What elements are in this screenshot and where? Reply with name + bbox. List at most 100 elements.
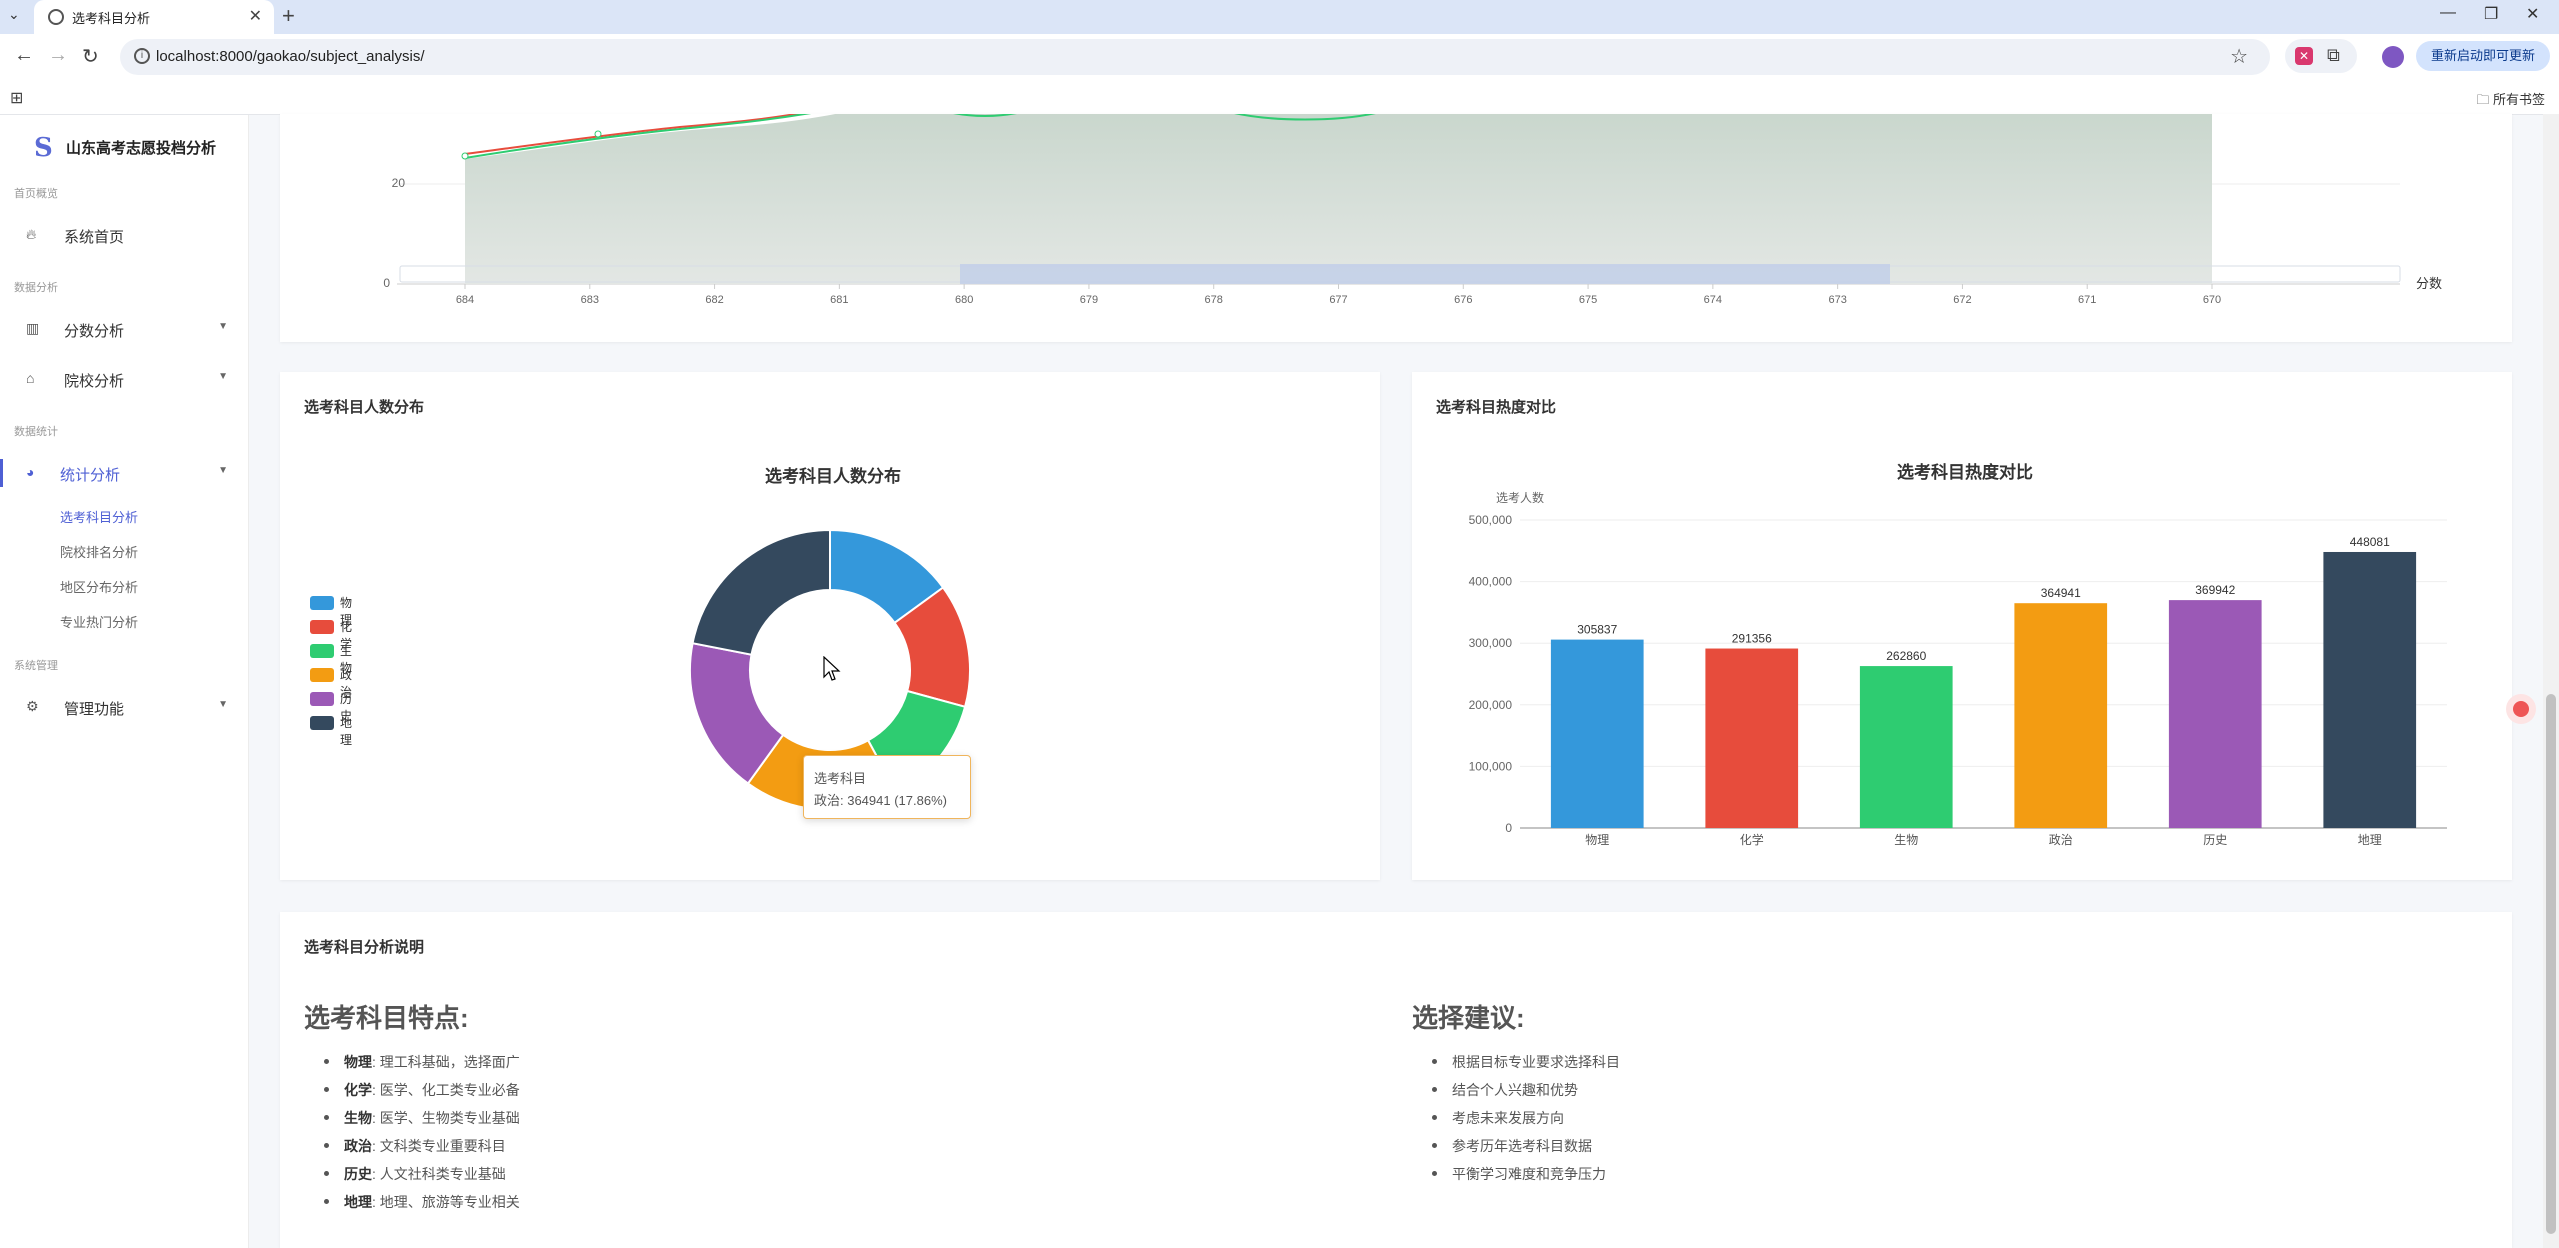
feature-desc: : 医学、生物类专业基础 [372, 1110, 520, 1126]
tooltip-value: 政治: 364941 (17.86%) [814, 793, 947, 808]
legend-swatch [310, 644, 334, 658]
legend-swatch [310, 692, 334, 706]
feature-item: 生物: 医学、生物类专业基础 [344, 1108, 520, 1128]
browser-tab[interactable]: 选考科目分析 ✕ [34, 0, 274, 34]
forward-icon[interactable]: → [48, 44, 68, 67]
y-tick-label: 200,000 [1469, 698, 1513, 712]
data-point [461, 152, 469, 160]
bar[interactable] [1705, 648, 1799, 828]
tab-title: 选考科目分析 [72, 11, 151, 26]
bar-value-label: 291356 [1732, 632, 1772, 646]
bar-value-label: 262860 [1886, 649, 1926, 663]
site-info-icon[interactable]: i [134, 48, 150, 64]
apps-grid-icon[interactable]: ⊞ [10, 88, 23, 108]
profile-avatar[interactable] [2382, 46, 2404, 68]
x-tick-label: 677 [1329, 294, 1347, 306]
x-tick-label: 历史 [2203, 833, 2227, 847]
url-text[interactable]: localhost:8000/gaokao/subject_analysis/ [156, 48, 425, 65]
section-label: 数据分析 [14, 282, 58, 294]
x-tick-label: 678 [1205, 294, 1223, 306]
feature-name: 地理 [344, 1194, 372, 1210]
submenu-subject-analysis[interactable]: 选考科目分析 [60, 507, 138, 526]
submenu-region-distribution[interactable]: 地区分布分析 [60, 577, 138, 596]
chevron-down-icon: ▼ [218, 465, 228, 476]
bullet [1432, 1059, 1437, 1064]
back-icon[interactable]: ← [14, 44, 34, 67]
data-point [594, 130, 602, 138]
bar[interactable] [2168, 600, 2262, 828]
suggestions-heading: 选择建议: [1412, 1003, 1525, 1033]
x-tick-label: 672 [1953, 294, 1971, 306]
bar[interactable] [2323, 551, 2417, 828]
new-tab-icon[interactable]: + [282, 3, 295, 29]
minimize-icon[interactable]: — [2440, 4, 2456, 22]
bar[interactable] [1550, 639, 1644, 828]
pie-slice[interactable] [829, 528, 945, 625]
feature-desc: : 地理、旅游等专业相关 [372, 1194, 520, 1210]
brand-title: 山东高考志愿投档分析 [66, 140, 217, 157]
puzzle-icon[interactable]: ⧉ [2327, 45, 2340, 66]
extension-icon[interactable]: ✕ [2295, 47, 2313, 65]
chevron-down-icon: ▼ [218, 699, 228, 710]
pie-slice[interactable] [689, 642, 785, 785]
sidebar-item-college-analysis[interactable]: ⌂ 院校分析 ▼ [0, 359, 248, 399]
bullet [324, 1115, 329, 1120]
bullet [324, 1171, 329, 1176]
close-window-icon[interactable]: ✕ [2526, 4, 2539, 24]
page-scrollbar[interactable] [2543, 114, 2559, 1248]
translate-float-icon[interactable] [2506, 694, 2536, 724]
section-label: 系统管理 [14, 660, 58, 672]
bar-value-label: 364941 [2041, 586, 2081, 600]
suggestion-item: 结合个人兴趣和优势 [1452, 1082, 1578, 1098]
x-tick-label: 679 [1080, 294, 1098, 306]
x-tick-label: 673 [1828, 294, 1846, 306]
sidebar-item-label: 院校分析 [64, 373, 125, 390]
address-bar[interactable]: i localhost:8000/gaokao/subject_analysis… [120, 39, 2270, 75]
x-tick-label: 671 [2078, 294, 2096, 306]
restore-icon[interactable]: ❐ [2484, 4, 2498, 24]
scrollbar-thumb[interactable] [2546, 694, 2556, 1234]
submenu-college-ranking[interactable]: 院校排名分析 [60, 542, 138, 561]
bookmark-star-icon[interactable]: ☆ [2230, 44, 2248, 69]
bar-value-label: 305837 [1577, 623, 1617, 637]
pie-slice[interactable] [691, 528, 831, 656]
bar[interactable] [1859, 666, 1953, 828]
tab-list-icon[interactable]: ⌄ [8, 6, 20, 23]
pie-slice[interactable] [893, 586, 971, 709]
legend-swatch [310, 716, 334, 730]
sidebar-item-statistics[interactable]: ◕ 统计分析 ▼ [0, 453, 248, 493]
bullet [1432, 1171, 1437, 1176]
y-tick-label: 20 [392, 176, 406, 190]
x-tick-label: 684 [456, 294, 474, 306]
bank-icon: ⌂ [26, 370, 35, 386]
suggestion-item: 根据目标专业要求选择科目 [1452, 1054, 1620, 1070]
feature-item: 化学: 医学、化工类专业必备 [344, 1080, 520, 1100]
features-heading: 选考科目特点: [304, 1003, 469, 1033]
x-tick-label: 674 [1704, 294, 1722, 306]
sidebar-item-home[interactable]: 🔥︎ 系统首页 [0, 215, 248, 255]
sidebar-item-management[interactable]: ⚙ 管理功能 ▼ [0, 687, 248, 727]
y-tick-label: 500,000 [1469, 513, 1513, 527]
feature-name: 物理 [344, 1054, 372, 1070]
update-button[interactable]: 重新启动即可更新 [2416, 41, 2550, 71]
bar[interactable] [2014, 603, 2108, 828]
score-trend-card: 684 683 682 681 680 679 678 677 676 675 674 673 672 6… [280, 104, 2512, 342]
bullet [324, 1199, 329, 1204]
tab-bar: ⌄ 选考科目分析 ✕ + — ❐ ✕ [0, 0, 2559, 34]
suggestion-item: 参考历年选考科目数据 [1452, 1138, 1592, 1154]
fire-icon: 🔥︎ [26, 226, 37, 242]
area-fill [465, 104, 2212, 284]
datazoom-window[interactable] [960, 264, 1890, 284]
bullet [1432, 1087, 1437, 1092]
feature-desc: : 文科类专业重要科目 [372, 1138, 506, 1154]
close-tab-icon[interactable]: ✕ [249, 6, 262, 26]
feature-item: 政治: 文科类专业重要科目 [344, 1136, 506, 1156]
suggestion-item: 平衡学习难度和竞争压力 [1452, 1166, 1606, 1182]
section-label: 首页概览 [14, 188, 58, 200]
feature-desc: : 理工科基础，选择面广 [372, 1054, 520, 1070]
reload-icon[interactable]: ↻ [82, 44, 99, 69]
submenu-hot-majors[interactable]: 专业热门分析 [60, 612, 138, 631]
all-bookmarks[interactable]: 🗀 所有书签 [2476, 89, 2545, 113]
x-tick-label: 676 [1454, 294, 1472, 306]
sidebar-item-score-analysis[interactable]: ▥ 分数分析 ▼ [0, 309, 248, 349]
